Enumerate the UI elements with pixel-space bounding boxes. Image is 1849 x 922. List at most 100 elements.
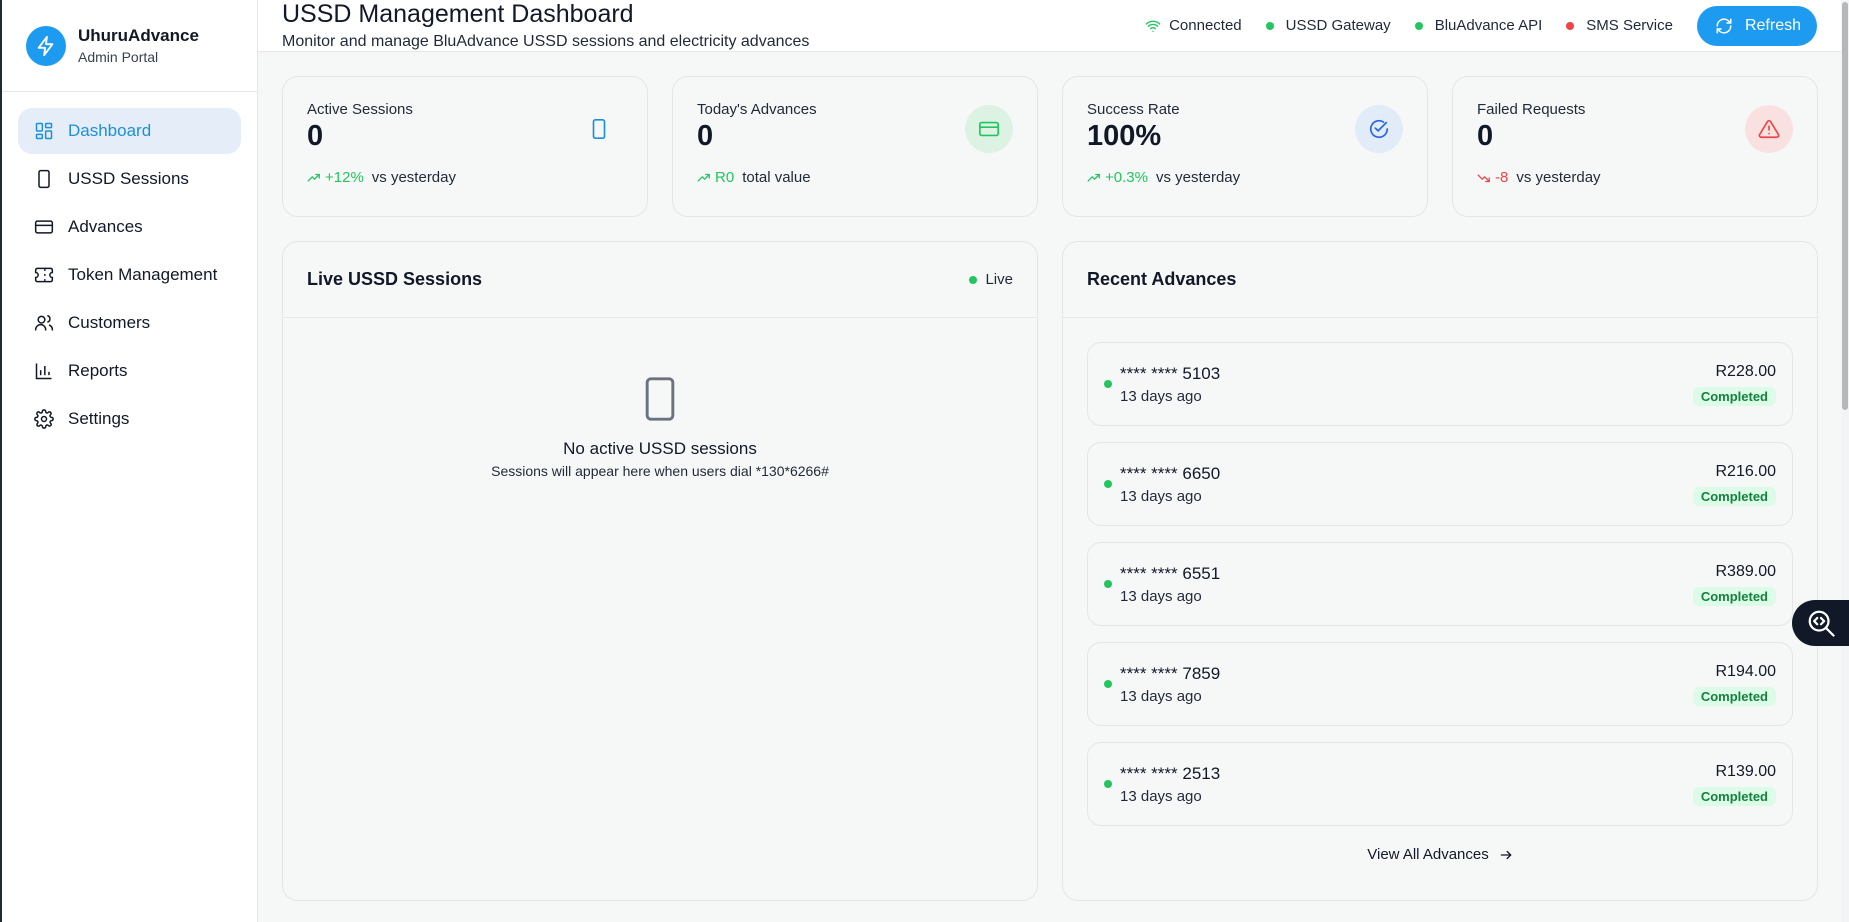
bar-chart-icon (35, 363, 52, 380)
scrollbar[interactable] (1841, 0, 1849, 922)
status-badge: Completed (1692, 386, 1776, 406)
sidebar-item-label: Settings (68, 409, 130, 428)
status-dot (1265, 21, 1274, 30)
sidebar-item-label: Token Management (68, 265, 218, 284)
advance-card-number: **** **** 7859 (1120, 663, 1221, 683)
trend-note: vs yesterday (1155, 169, 1241, 186)
status-badge: Completed (1692, 586, 1776, 606)
empty-state: No active USSD sessions Sessions will ap… (283, 318, 1037, 479)
panel-title: Recent Advances (1087, 269, 1237, 289)
sidebar-item-token-management[interactable]: Token Management (18, 252, 241, 298)
code-search-icon (1808, 610, 1835, 637)
lightning-icon (26, 25, 66, 66)
status-dot (1104, 780, 1112, 788)
page-subtitle: Monitor and manage BluAdvance USSD sessi… (282, 33, 810, 50)
trend-down-icon (1477, 173, 1490, 182)
panel-title: Live USSD Sessions (307, 269, 483, 289)
view-all-label: View All Advances (1367, 846, 1489, 863)
status-dot (1104, 680, 1112, 688)
service-label: BluAdvance API (1434, 17, 1543, 34)
sidebar-item-dashboard[interactable]: Dashboard (18, 108, 241, 154)
sidebar: UhuruAdvance Admin Portal Dashboard USSD… (0, 0, 258, 922)
inspect-tool-button[interactable] (1792, 600, 1849, 646)
brand: UhuruAdvance Admin Portal (2, 0, 257, 92)
advance-amount: R389.00 (1715, 562, 1777, 580)
service-status-sms-service: SMS Service (1566, 17, 1673, 34)
app-root: UhuruAdvance Admin Portal Dashboard USSD… (0, 0, 1849, 922)
sidebar-item-ussd-sessions[interactable]: USSD Sessions (18, 156, 241, 202)
advance-card-number: **** **** 6650 (1120, 463, 1221, 483)
advance-time: 13 days ago (1120, 587, 1202, 605)
view-all-advances-link[interactable]: View All Advances (1087, 846, 1793, 863)
sidebar-item-reports[interactable]: Reports (18, 348, 241, 394)
advance-card-number: **** **** 6551 (1120, 563, 1221, 583)
status-dot (1414, 21, 1423, 30)
page-title: USSD Management Dashboard (282, 0, 634, 28)
refresh-button[interactable]: Refresh (1696, 5, 1817, 46)
list-item[interactable]: **** **** 6551 13 days ago R389.00 Compl… (1087, 542, 1793, 626)
stat-trend: +12% vs yesterday (307, 169, 623, 186)
main-area: USSD Management Dashboard Monitor and ma… (258, 0, 1849, 922)
stat-label: Today's Advances (697, 101, 817, 118)
sidebar-item-label: Advances (68, 217, 143, 236)
service-label: USSD Gateway (1285, 17, 1391, 34)
sidebar-item-label: Customers (68, 313, 151, 332)
gear-icon (34, 409, 54, 429)
status-dot (1104, 480, 1112, 488)
sidebar-item-label: Reports (68, 361, 128, 380)
service-label: SMS Service (1586, 17, 1673, 34)
stat-label: Failed Requests (1477, 101, 1586, 118)
scrollbar-thumb[interactable] (1842, 2, 1848, 410)
trend-up-icon (307, 173, 320, 182)
content: Active Sessions 0 +12% vs yesterday Toda… (258, 52, 1849, 922)
refresh-icon (1716, 17, 1732, 34)
advance-amount: R228.00 (1715, 362, 1777, 380)
stat-label: Active Sessions (307, 101, 413, 118)
advance-amount: R194.00 (1715, 662, 1777, 680)
phone-icon (645, 377, 675, 421)
credit-card-icon (34, 220, 54, 234)
advance-time: 13 days ago (1120, 787, 1202, 805)
list-item[interactable]: **** **** 7859 13 days ago R194.00 Compl… (1087, 642, 1793, 726)
dashboard-icon (35, 122, 53, 140)
phone-icon (575, 105, 623, 153)
status-row: Connected USSD Gateway BluAdvance API SM… (1121, 5, 1817, 46)
stat-card-active-sessions: Active Sessions 0 +12% vs yesterday (282, 76, 648, 217)
sidebar-item-customers[interactable]: Customers (18, 300, 241, 346)
stat-card-todays-advances: Today's Advances 0 R0 total value (672, 76, 1038, 217)
trend-value: +12% (325, 169, 364, 186)
trend-note: vs yesterday (371, 169, 456, 186)
stat-label: Success Rate (1087, 101, 1180, 118)
refresh-label: Refresh (1744, 16, 1801, 34)
users-icon (34, 314, 54, 331)
list-item[interactable]: **** **** 2513 13 days ago R139.00 Compl… (1087, 742, 1793, 826)
advance-time: 13 days ago (1120, 487, 1202, 505)
sidebar-item-settings[interactable]: Settings (18, 396, 241, 442)
sidebar-item-label: Dashboard (68, 121, 152, 140)
trend-up-icon (1087, 173, 1100, 182)
list-item[interactable]: **** **** 6650 13 days ago R216.00 Compl… (1087, 442, 1793, 526)
stat-trend: R0 total value (697, 169, 1013, 186)
live-badge: Live (969, 271, 1013, 288)
panels-row: Live USSD Sessions Live No active USSD s… (282, 241, 1825, 901)
warning-icon (1745, 105, 1793, 153)
connection-label: Connected (1169, 17, 1242, 34)
list-item[interactable]: **** **** 5103 13 days ago R228.00 Compl… (1087, 342, 1793, 426)
sidebar-item-label: USSD Sessions (68, 169, 189, 188)
wifi-icon (1145, 20, 1161, 32)
live-sessions-panel: Live USSD Sessions Live No active USSD s… (282, 241, 1038, 901)
sidebar-item-advances[interactable]: Advances (18, 204, 241, 250)
trend-note: total value (742, 169, 811, 186)
trend-up-icon (697, 173, 710, 182)
panel-header: Live USSD Sessions Live (283, 242, 1037, 318)
advance-time: 13 days ago (1120, 387, 1202, 405)
trend-note: vs yesterday (1516, 169, 1601, 186)
status-dot (1104, 380, 1112, 388)
panel-header: Recent Advances (1063, 242, 1817, 318)
connection-status: Connected (1145, 17, 1242, 34)
credit-card-icon (965, 105, 1013, 153)
empty-subtitle: Sessions will appear here when users dia… (491, 463, 829, 479)
recent-advances-panel: Recent Advances **** **** 5103 13 days a… (1062, 241, 1818, 901)
trend-value: R0 (715, 169, 735, 186)
advances-list: **** **** 5103 13 days ago R228.00 Compl… (1063, 318, 1817, 863)
